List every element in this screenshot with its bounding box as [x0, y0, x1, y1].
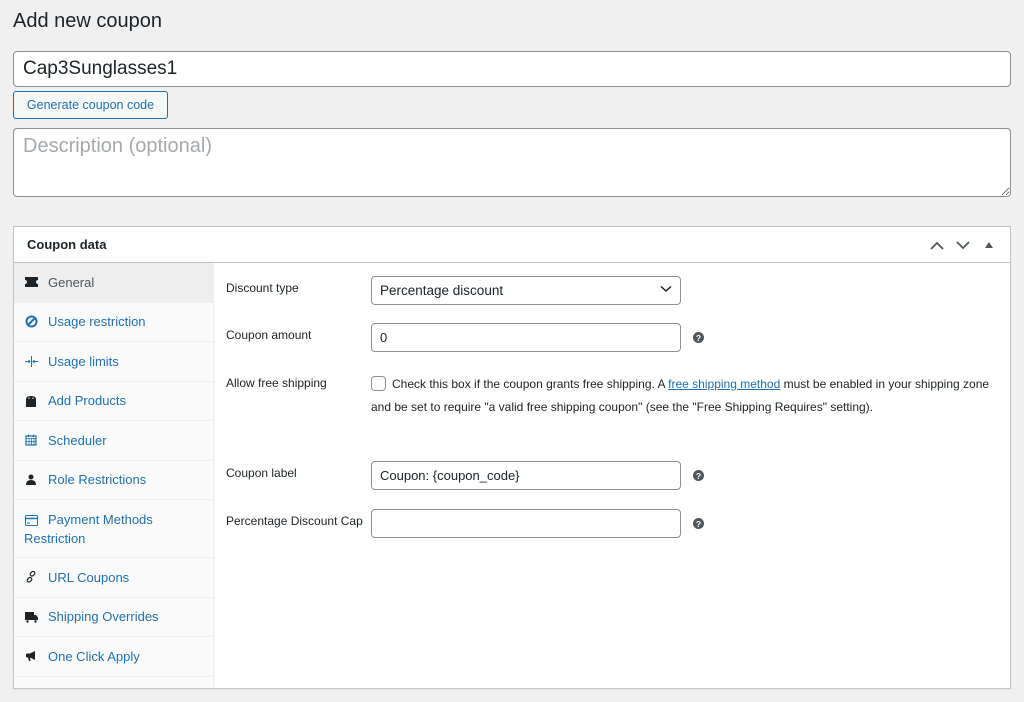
panel-controls	[926, 236, 1000, 254]
discount-type-value: Percentage discount	[380, 283, 504, 298]
free-shipping-method-link[interactable]: free shipping method	[668, 377, 780, 391]
help-icon[interactable]: ?	[693, 518, 704, 529]
coupon-label-label: Coupon label	[226, 466, 297, 480]
panel-header: Coupon data	[14, 227, 1010, 263]
percentage-cap-label: Percentage Discount Cap	[226, 514, 363, 528]
tab-url-coupons[interactable]: URL Coupons	[14, 558, 213, 598]
discount-type-select[interactable]: Percentage discount	[371, 276, 681, 305]
ticket-icon	[24, 275, 38, 289]
tab-one-click-apply[interactable]: One Click Apply	[14, 637, 213, 677]
coupon-amount-label: Coupon amount	[226, 328, 312, 342]
free-shipping-checkbox[interactable]	[371, 376, 386, 391]
help-icon[interactable]: ?	[693, 332, 704, 343]
card-icon	[24, 514, 38, 528]
tab-label: Scheduler	[48, 432, 107, 448]
percentage-cap-input[interactable]	[371, 509, 681, 538]
tab-usage-limits[interactable]: Usage limits	[14, 342, 213, 382]
tab-label: Payment Methods Restriction	[24, 512, 153, 546]
tab-general[interactable]: General	[14, 263, 213, 303]
tab-label: Usage limits	[48, 353, 119, 369]
tab-add-products[interactable]: Add Products	[14, 382, 213, 421]
free-shipping-text-before: Check this box if the coupon grants free…	[392, 377, 669, 391]
coupon-label-input[interactable]	[371, 461, 681, 490]
help-icon[interactable]: ?	[693, 470, 704, 481]
limits-icon	[24, 354, 38, 368]
discount-type-label: Discount type	[226, 281, 299, 295]
tab-role-restrictions[interactable]: Role Restrictions	[14, 461, 213, 500]
bag-icon	[24, 394, 38, 408]
free-shipping-row: Check this box if the coupon grants free…	[371, 373, 991, 419]
user-icon	[24, 473, 38, 487]
description-textarea[interactable]	[13, 128, 1011, 197]
tab-label: Usage restriction	[48, 314, 146, 330]
free-shipping-label: Allow free shipping	[226, 376, 327, 390]
tab-payment-methods-restriction[interactable]: Payment Methods Restriction	[14, 500, 213, 558]
toggle-panel-button[interactable]	[978, 236, 1000, 254]
truck-icon	[24, 610, 38, 624]
block-icon	[24, 315, 38, 329]
tab-label: One Click Apply	[48, 648, 140, 664]
link-icon	[24, 570, 38, 584]
panel-title: Coupon data	[27, 237, 107, 252]
tab-label: URL Coupons	[48, 569, 130, 585]
page-title: Add new coupon	[13, 10, 163, 32]
calendar-icon	[24, 433, 38, 447]
tab-label: General	[48, 274, 95, 290]
move-down-button[interactable]	[952, 236, 974, 254]
triangle-up-icon	[985, 242, 993, 248]
chevron-down-icon	[956, 240, 970, 249]
chevron-down-icon	[660, 285, 672, 293]
chevron-up-icon	[930, 241, 944, 250]
coupon-code-input[interactable]	[13, 51, 1011, 87]
megaphone-icon	[24, 649, 38, 663]
tab-usage-restriction[interactable]: Usage restriction	[14, 303, 213, 342]
tab-label: Add Products	[48, 393, 127, 409]
tab-scheduler[interactable]: Scheduler	[14, 421, 213, 461]
tab-label: Role Restrictions	[48, 472, 147, 488]
panel-body: General Usage restriction Usage limits A…	[14, 263, 1010, 688]
move-up-button[interactable]	[926, 236, 948, 254]
tab-label: Shipping Overrides	[48, 609, 159, 625]
general-fields: Discount type Percentage discount Coupon…	[214, 263, 1010, 688]
coupon-data-panel: Coupon data General Usage restriction Us…	[13, 226, 1011, 689]
coupon-amount-input[interactable]	[371, 323, 681, 352]
tab-shipping-overrides[interactable]: Shipping Overrides	[14, 598, 213, 637]
generate-coupon-code-button[interactable]: Generate coupon code	[13, 91, 168, 119]
coupon-tabs: General Usage restriction Usage limits A…	[14, 263, 214, 688]
